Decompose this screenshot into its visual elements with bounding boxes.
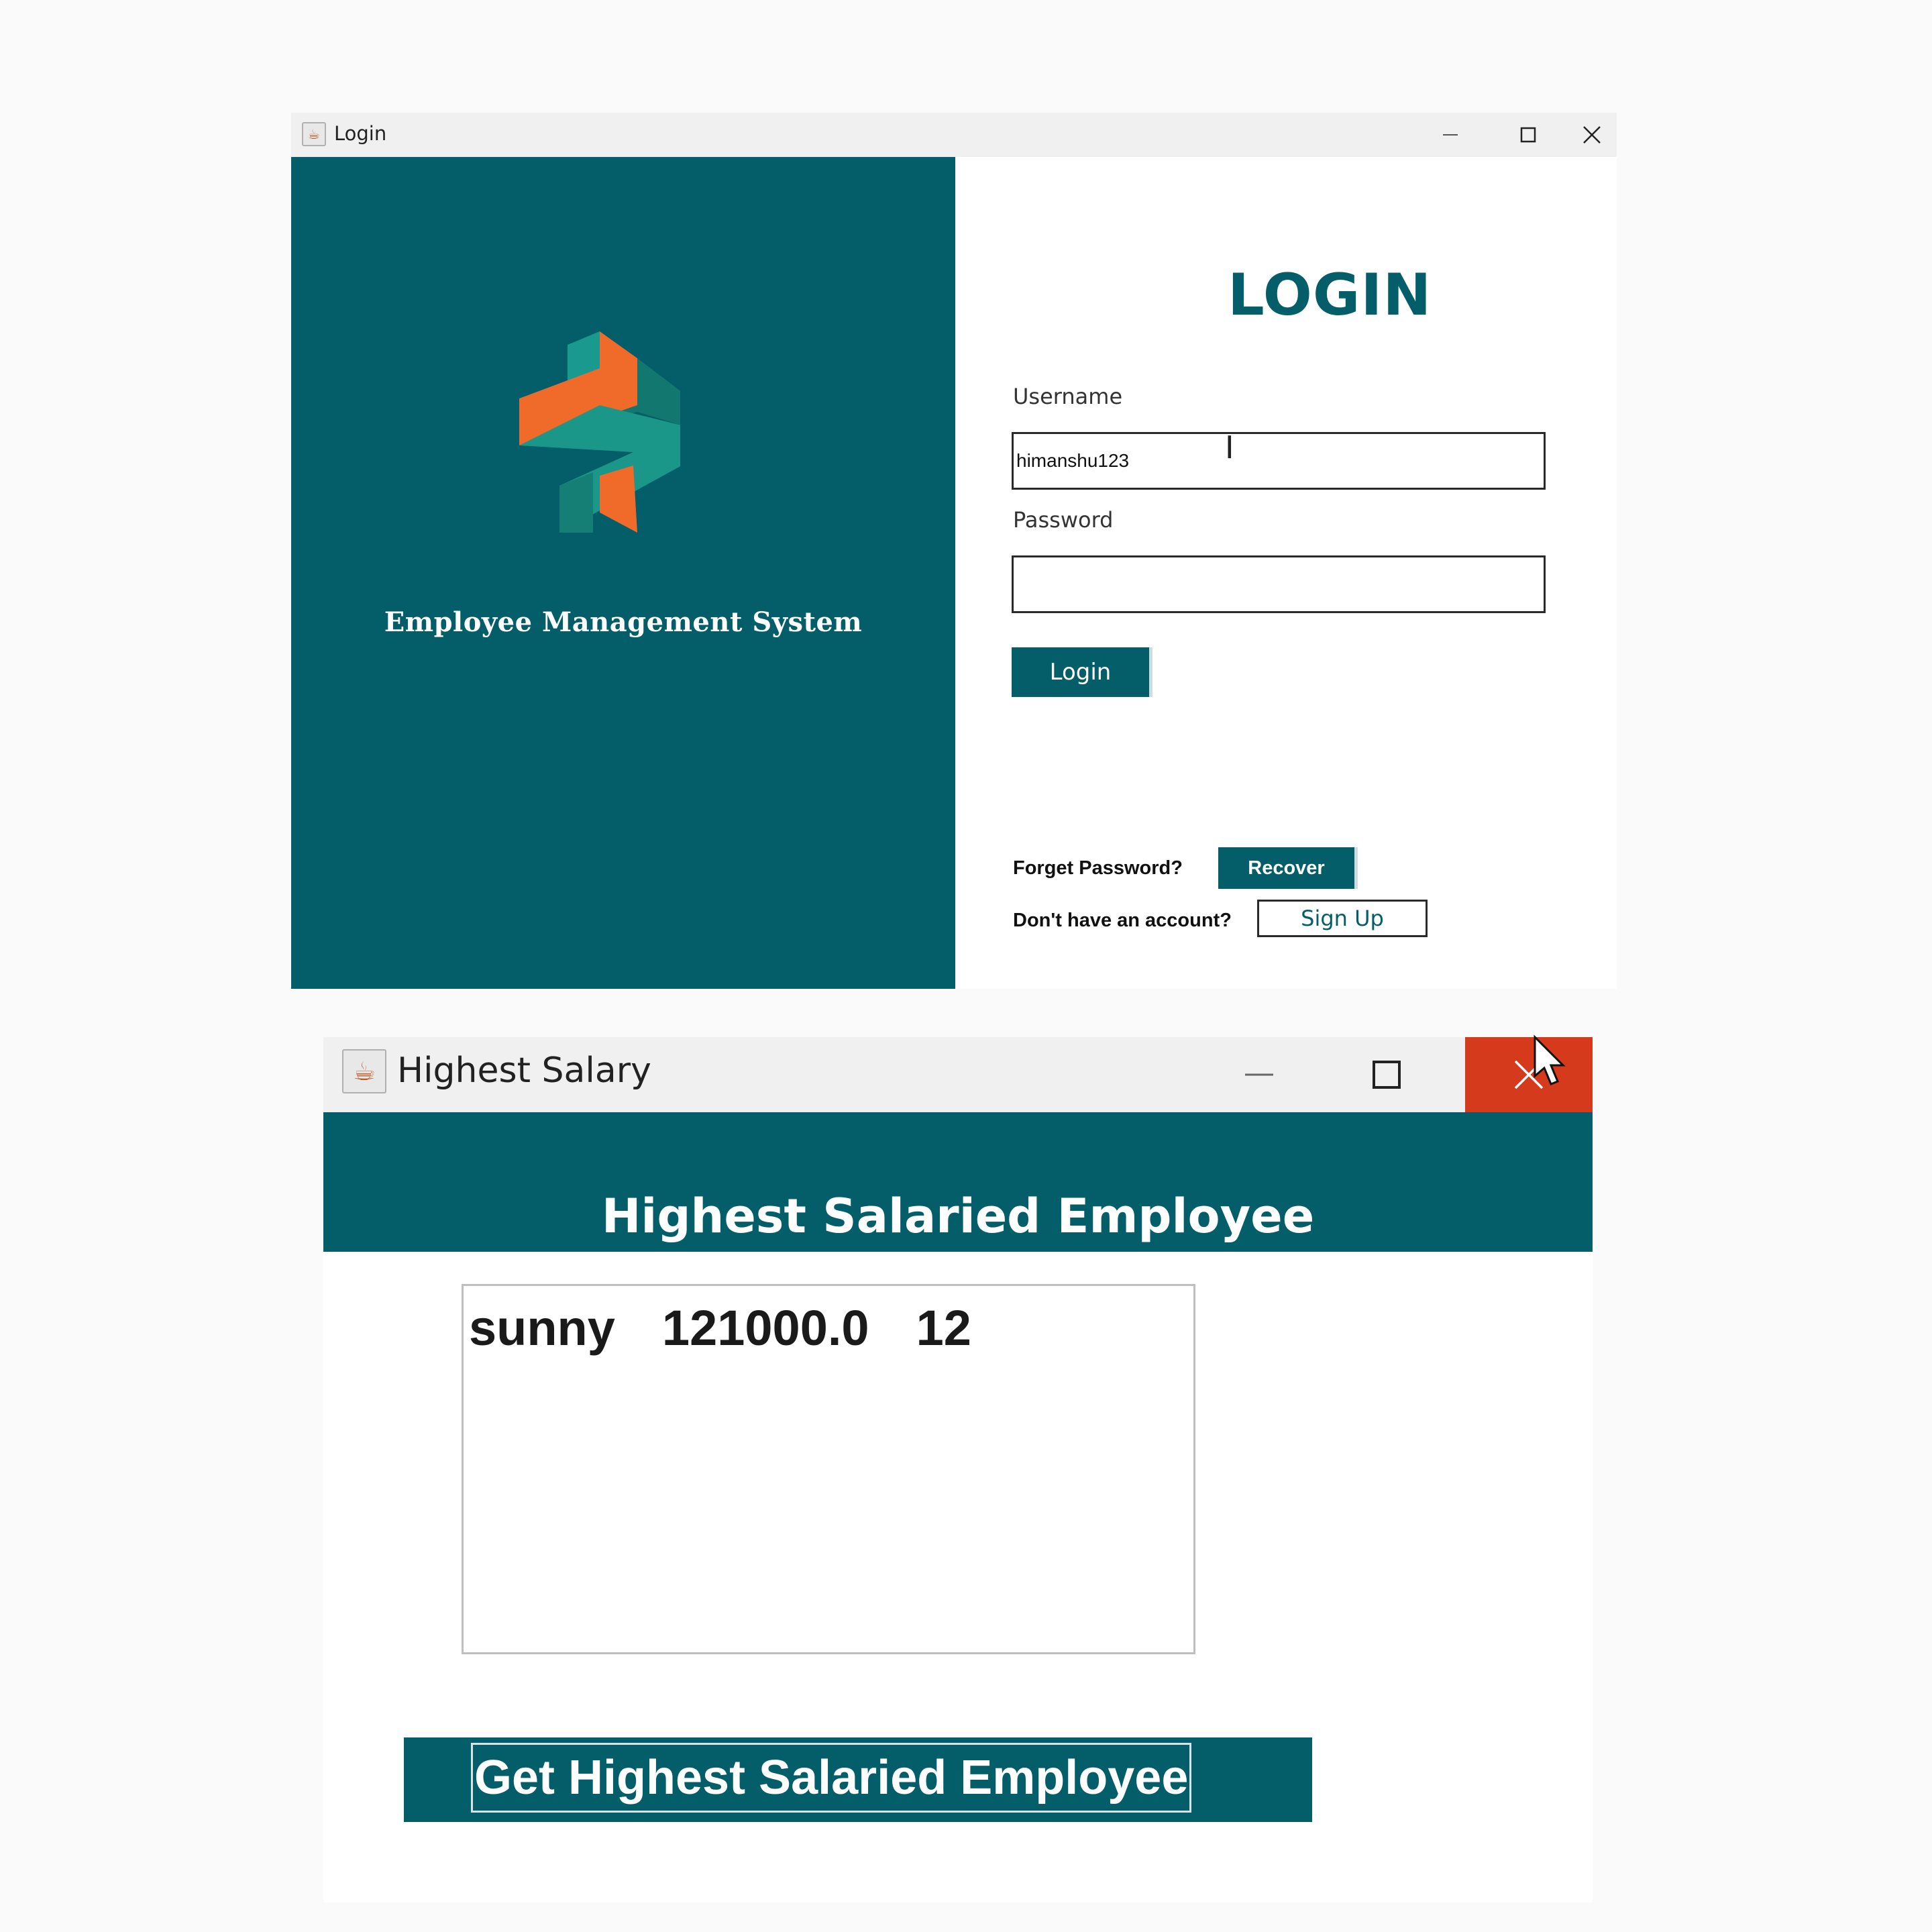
- java-app-icon: ☕: [342, 1049, 386, 1093]
- brand-panel: Employee Management System: [291, 157, 955, 989]
- login-window: ☕ Login Employee Management System LOGIN…: [291, 113, 1617, 989]
- sign-up-button[interactable]: Sign Up: [1257, 900, 1428, 937]
- text-cursor-icon: I: [1225, 429, 1234, 466]
- username-value: himanshu123: [1016, 450, 1130, 471]
- window-title: Highest Salary: [397, 1051, 651, 1091]
- mouse-pointer-icon: [1534, 1034, 1566, 1085]
- username-label: Username: [1013, 384, 1123, 409]
- maximize-icon[interactable]: [1323, 1037, 1450, 1112]
- window-title: Login: [334, 122, 387, 145]
- login-button[interactable]: Login: [1012, 647, 1152, 697]
- brand-title: Employee Management System: [384, 606, 863, 638]
- username-field[interactable]: himanshu123: [1012, 432, 1546, 490]
- result-row: sunny 121000.0 12: [469, 1299, 1018, 1356]
- java-app-icon: ☕: [302, 122, 326, 146]
- close-icon[interactable]: [1567, 113, 1617, 157]
- employee-salary: 121000.0: [661, 1300, 869, 1356]
- minimize-icon[interactable]: [1411, 113, 1489, 157]
- recover-button[interactable]: Recover: [1218, 847, 1358, 889]
- get-highest-salaried-employee-button[interactable]: Get Highest Salaried Employee: [404, 1737, 1312, 1822]
- salary-heading: Highest Salaried Employee: [601, 1189, 1315, 1244]
- no-account-label: Don't have an account?: [1013, 910, 1232, 931]
- login-heading: LOGIN: [1228, 262, 1432, 329]
- password-field[interactable]: [1012, 555, 1546, 613]
- get-button-label: Get Highest Salaried Employee: [471, 1743, 1192, 1813]
- forget-password-label: Forget Password?: [1013, 857, 1183, 879]
- salary-titlebar[interactable]: ☕ Highest Salary: [323, 1034, 1593, 1112]
- company-logo: [519, 331, 680, 533]
- login-titlebar[interactable]: ☕ Login: [291, 113, 1617, 157]
- password-label: Password: [1013, 507, 1114, 533]
- employee-id: 12: [916, 1300, 971, 1356]
- maximize-icon[interactable]: [1489, 113, 1567, 157]
- close-icon[interactable]: [1465, 1037, 1593, 1112]
- result-text-area[interactable]: sunny 121000.0 12: [462, 1284, 1195, 1654]
- employee-name: sunny: [469, 1300, 615, 1356]
- minimize-icon[interactable]: [1195, 1037, 1323, 1112]
